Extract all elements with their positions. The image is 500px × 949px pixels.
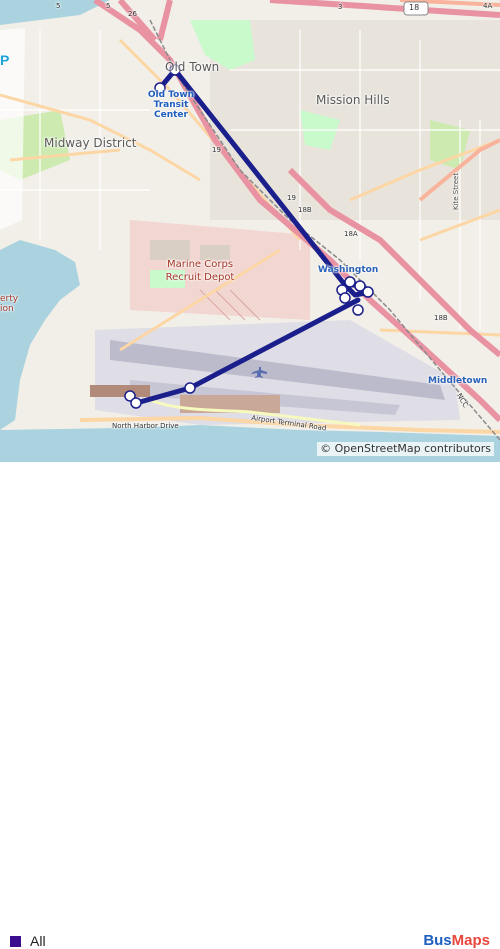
map-footer: All BusMaps — [0, 462, 500, 949]
bus-stop-marker[interactable] — [344, 276, 356, 288]
legend-label[interactable]: All — [30, 933, 46, 949]
route-label-18: 18 — [409, 3, 420, 12]
legend-swatch — [10, 936, 21, 947]
label-marine-corps-recruit-depot: Marine Corps Recruit Depot — [165, 259, 235, 283]
label-old-town-transit-center: Old Town Transit Center — [147, 90, 195, 120]
label-north-harbor-drive: North Harbor Drive — [112, 422, 179, 430]
label-mission-hills: Mission Hills — [316, 93, 390, 107]
route-label-4a: 4A — [483, 2, 493, 10]
brand-part2: Maps — [451, 932, 490, 949]
route-label-18b-a: 18B — [298, 206, 312, 214]
route-label-26: 26 — [128, 10, 137, 18]
brand-part1: Bus — [423, 932, 452, 949]
route-label-19b: 19 — [287, 194, 296, 202]
map-canvas — [0, 0, 500, 462]
map-view[interactable]: Old Town Old Town Transit Center Midway … — [0, 0, 500, 462]
label-washington: Washington — [318, 265, 379, 275]
route-label-18a: 18A — [344, 230, 358, 238]
label-cut-letter: P — [0, 52, 10, 68]
route-label-3: 3 — [338, 3, 343, 11]
bus-stop-marker[interactable] — [339, 292, 351, 304]
bus-stop-marker[interactable] — [184, 382, 196, 394]
bus-stop-marker[interactable] — [130, 397, 142, 409]
label-left-cut: erty ion — [0, 294, 19, 314]
building — [150, 240, 190, 260]
route-label-5b: 5 — [106, 2, 111, 10]
label-old-town: Old Town — [165, 60, 220, 74]
route-label-18b-b: 18B — [434, 314, 448, 322]
label-middletown: Middletown — [428, 376, 488, 386]
route-label-19a: 19 — [212, 146, 221, 154]
terminal-building — [90, 385, 150, 397]
map-attribution[interactable]: © OpenStreetMap contributors — [317, 442, 494, 456]
busmaps-logo[interactable]: BusMaps — [423, 932, 490, 949]
route-label-5a: 5 — [56, 2, 61, 10]
label-kite-street: Kite Street — [452, 172, 460, 210]
label-midway-district: Midway District — [44, 136, 137, 150]
bus-stop-marker[interactable] — [362, 286, 374, 298]
bus-stop-marker[interactable] — [352, 304, 364, 316]
